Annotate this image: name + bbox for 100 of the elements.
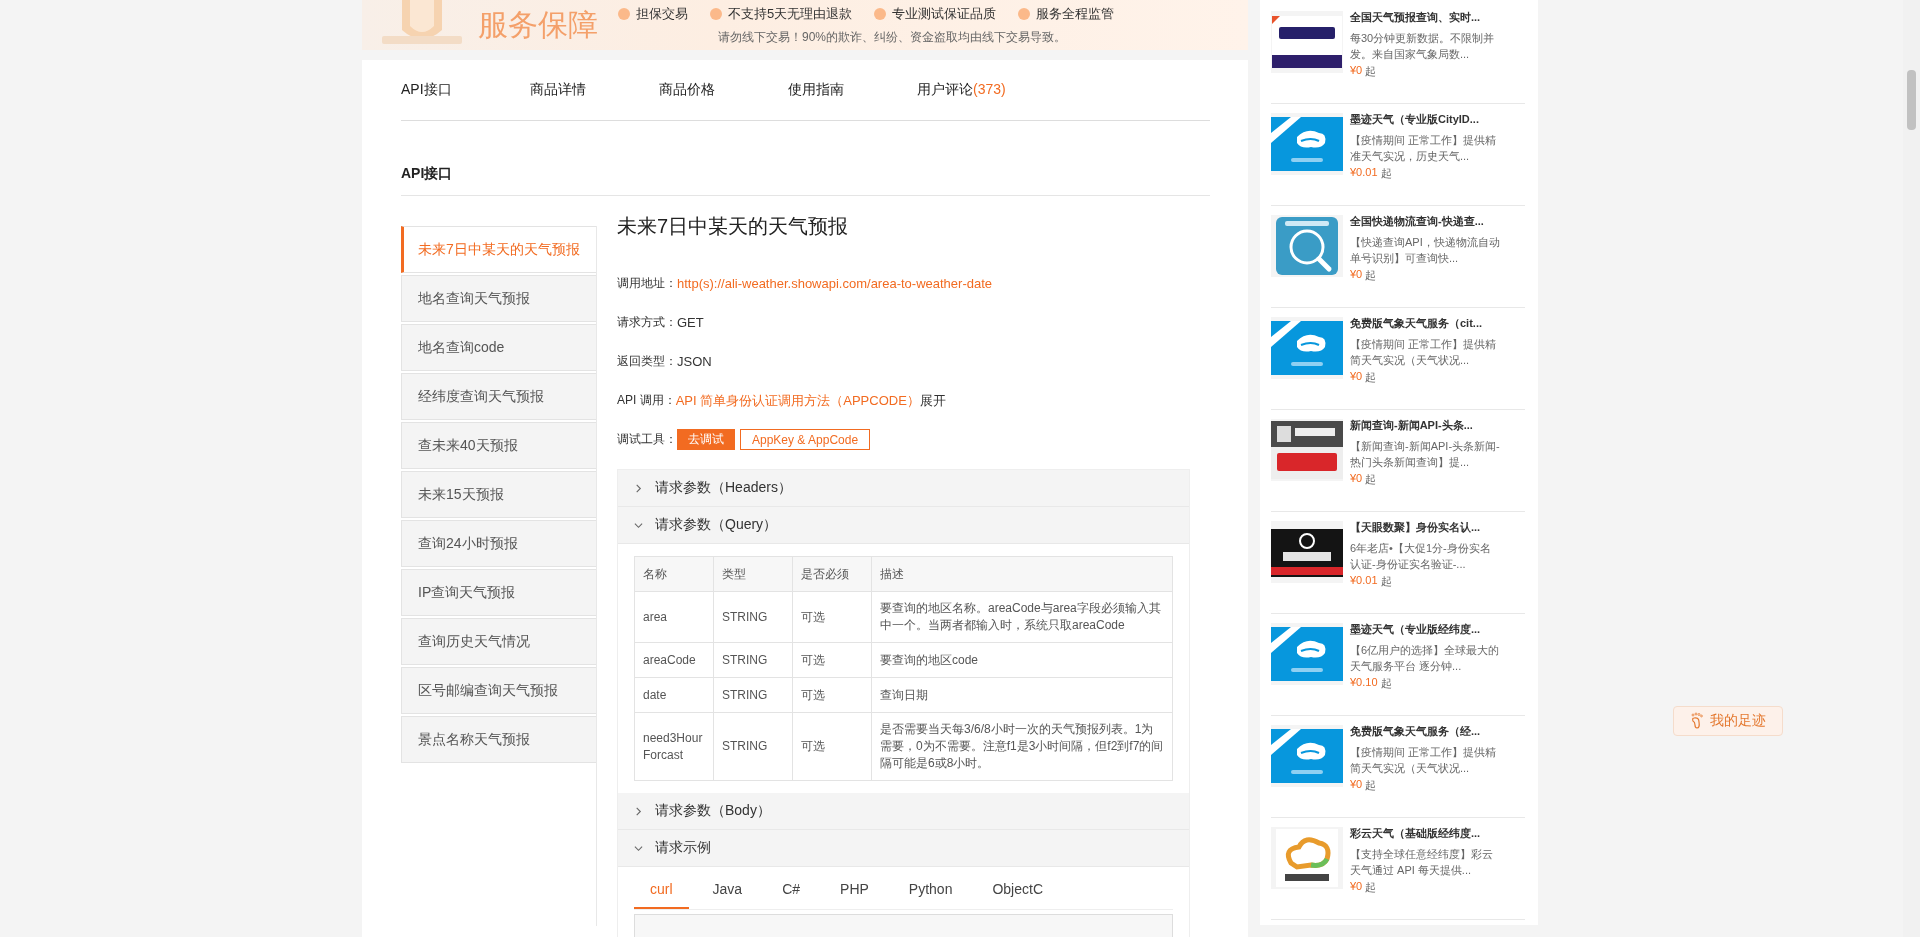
- nav-tab[interactable]: 用户评论(373): [917, 81, 1046, 99]
- nav-tab[interactable]: 使用指南: [788, 81, 917, 99]
- table-cell: STRING: [713, 591, 793, 643]
- product-title[interactable]: 免费版气象天气服务（经...: [1350, 724, 1525, 739]
- code-tab[interactable]: Java: [696, 881, 759, 909]
- code-tab[interactable]: C#: [766, 881, 817, 909]
- code-tab[interactable]: ObjectC: [976, 881, 1059, 909]
- field-label: 调用地址：: [617, 275, 677, 292]
- notice-text: 请勿线下交易！90%的欺诈、纠纷、资金盗取均由线下交易导致。: [718, 28, 1068, 46]
- product-description: 6年老店•【大促1分-身份实名认证-身份证实名验证-...: [1350, 541, 1492, 572]
- table-header: 名称: [634, 556, 714, 592]
- price-unit: 起: [1365, 778, 1377, 793]
- footprint-icon: [1690, 712, 1704, 730]
- price-text: ¥0: [1350, 370, 1363, 384]
- chevron-icon: [634, 483, 643, 493]
- api-list-item[interactable]: 查询24小时预报: [401, 520, 596, 567]
- product-description: 【疫情期间 正常工作】提供精准天气实况，历史天气...: [1350, 133, 1498, 164]
- table-cell: 可选: [792, 642, 872, 678]
- price-text: ¥0: [1350, 472, 1363, 486]
- table-cell: 可选: [792, 712, 872, 781]
- nav-tab[interactable]: 商品价格: [659, 81, 788, 99]
- api-list-item[interactable]: 未来15天预报: [401, 471, 596, 518]
- accordion-header[interactable]: 请求参数（Headers）: [618, 470, 1189, 507]
- table-cell: 要查询的地区code: [871, 642, 1173, 678]
- table-cell: STRING: [713, 712, 793, 781]
- table-cell: STRING: [713, 642, 793, 678]
- chevron-icon: [634, 843, 643, 853]
- chevron-icon: [634, 806, 643, 816]
- banner-title: 服务保障: [478, 7, 598, 43]
- table-cell: 可选: [792, 591, 872, 643]
- table-cell: 可选: [792, 677, 872, 713]
- product-description: 【疫情期间 正常工作】提供精简天气实况（天气状况...: [1350, 337, 1498, 368]
- table-cell: 是否需要当天每3/6/8小时一次的天气预报列表。1为需要，0为不需要。注意f1是3小时间隔，但f2到f7的间隔可能是6或8小时。: [871, 712, 1173, 781]
- feature-label: 专业测试保证品质: [874, 4, 997, 23]
- api-list-item[interactable]: IP查询天气预报: [401, 569, 596, 616]
- product-description: 【6亿用户的选择】全球最大的天气服务平台 逐分钟...: [1350, 643, 1500, 674]
- price-text: ¥0: [1350, 880, 1363, 894]
- product-description: 【新闻查询-新闻API-头条新闻-热门头条新闻查询】提...: [1350, 439, 1500, 470]
- accordion-header[interactable]: 请求示例: [618, 830, 1189, 867]
- api-list-item[interactable]: 查未来40天预报: [401, 422, 596, 469]
- price-text: ¥0.10: [1350, 676, 1378, 690]
- product-title[interactable]: 新闻查询-新闻API-头条...: [1350, 418, 1525, 433]
- table-cell: areaCode: [634, 642, 714, 678]
- api-list-item[interactable]: 地名查询天气预报: [401, 275, 596, 322]
- api-list-item[interactable]: 地名查询code: [401, 324, 596, 371]
- product-title[interactable]: 墨迹天气（专业版经纬度...: [1350, 622, 1525, 637]
- api-list-item[interactable]: 查询历史天气情况: [401, 618, 596, 665]
- product-description: 【支持全球任意经纬度】彩云天气通过 API 每天提供...: [1350, 847, 1494, 878]
- field-label: 请求方式：: [617, 314, 677, 331]
- table-header: 描述: [871, 556, 1173, 592]
- product-title[interactable]: 墨迹天气（专业版CityID...: [1350, 112, 1525, 127]
- price-unit: 起: [1365, 880, 1377, 895]
- price-text: ¥0: [1350, 64, 1363, 78]
- price-text: ¥0.01: [1350, 166, 1378, 180]
- product-description: 【疫情期间 正常工作】提供精简天气实况（天气状况...: [1350, 745, 1498, 776]
- price-text: ¥0: [1350, 778, 1363, 792]
- accordion-header[interactable]: 请求参数（Query）: [618, 507, 1189, 544]
- table-cell: STRING: [713, 677, 793, 713]
- product-title[interactable]: 全国快递物流查询-快递查...: [1350, 214, 1525, 229]
- table-header: 是否必须: [792, 556, 872, 592]
- nav-tab[interactable]: 商品详情: [530, 81, 659, 99]
- accordion-header[interactable]: 请求参数（Body）: [618, 793, 1189, 830]
- api-title: 未来7日中某天的天气预报: [617, 214, 850, 239]
- price-unit: 起: [1365, 268, 1377, 283]
- price-unit: 起: [1380, 166, 1392, 181]
- table-cell: 查询日期: [871, 677, 1173, 713]
- table-cell: need3Hour Forcast: [634, 712, 714, 781]
- section-title: API接口: [401, 121, 1210, 196]
- code-tab[interactable]: Python: [892, 881, 969, 909]
- field-value: JSON: [677, 354, 712, 369]
- price-unit: 起: [1365, 472, 1377, 487]
- feature-label: 服务全程监管: [1018, 4, 1115, 23]
- nav-tab[interactable]: API接口: [401, 81, 530, 99]
- code-tab[interactable]: PHP: [824, 881, 885, 909]
- price-text: ¥0.01: [1350, 574, 1378, 588]
- product-title[interactable]: 【天眼数聚】身份实名认...: [1350, 520, 1525, 535]
- table-cell: date: [634, 677, 714, 713]
- field-value: GET: [677, 315, 704, 330]
- product-title[interactable]: 免费版气象天气服务（cit...: [1350, 316, 1525, 331]
- product-title[interactable]: 彩云天气（基础版经纬度...: [1350, 826, 1525, 841]
- api-list-item[interactable]: 景点名称天气预报: [401, 716, 596, 763]
- field-label: 返回类型：: [617, 353, 677, 370]
- table-cell: area: [634, 591, 714, 643]
- price-unit: 起: [1365, 64, 1377, 79]
- price-unit: 起: [1365, 370, 1377, 385]
- table-header: 类型: [713, 556, 793, 592]
- api-list-item[interactable]: 区号邮编查询天气预报: [401, 667, 596, 714]
- field-label: 调试工具：: [617, 431, 677, 448]
- field-label: API 调用：: [617, 392, 676, 409]
- price-unit: 起: [1380, 676, 1392, 691]
- product-description: 【快递查询API，快递物流自动单号识别】可查询快...: [1350, 235, 1500, 266]
- table-cell: 要查询的地区名称。areaCode与area字段必须输入其中一个。当两者都输入时，系统只取areaCode: [871, 591, 1173, 643]
- feature-label: 不支持5天无理由退款: [710, 4, 853, 23]
- api-list-item[interactable]: 经纬度查询天气预报: [401, 373, 596, 420]
- product-title[interactable]: 全国天气预报查询、实时...: [1350, 10, 1525, 25]
- feature-label: 担保交易: [618, 4, 688, 23]
- price-text: ¥0: [1350, 268, 1363, 282]
- expand-link[interactable]: 展开: [919, 391, 946, 410]
- price-unit: 起: [1380, 574, 1392, 589]
- chevron-icon: [634, 520, 643, 530]
